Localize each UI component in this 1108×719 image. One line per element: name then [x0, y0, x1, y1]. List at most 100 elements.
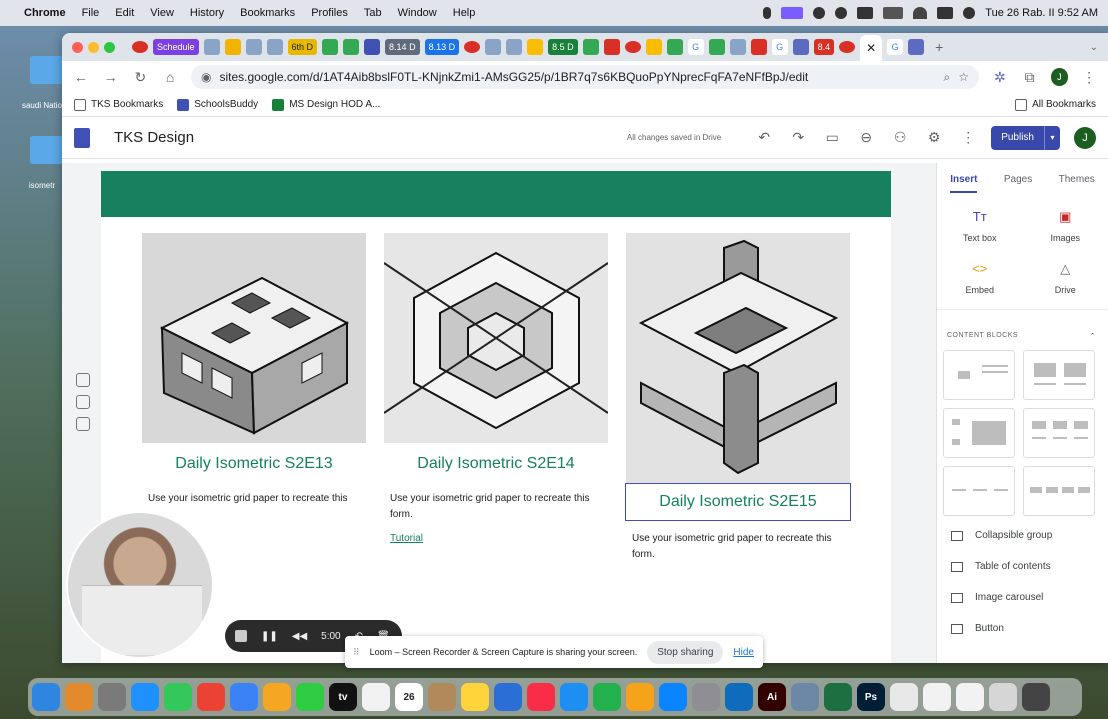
numbers-icon[interactable]	[593, 683, 621, 711]
window-thumb-icon[interactable]	[890, 683, 918, 711]
redo-icon[interactable]: ↷	[787, 129, 809, 146]
tab-google-icon[interactable]: G	[687, 39, 704, 55]
mail-icon[interactable]	[230, 683, 258, 711]
publish-button[interactable]: Publish	[991, 125, 1044, 150]
pause-icon[interactable]: ❚❚	[261, 631, 278, 642]
menu-help[interactable]: Help	[453, 7, 476, 19]
more-menu-icon[interactable]: ⋮	[1080, 69, 1098, 86]
menu-file[interactable]: File	[82, 7, 100, 19]
undo-icon[interactable]: ↶	[753, 129, 775, 146]
notes-icon[interactable]	[461, 683, 489, 711]
excel-icon[interactable]	[824, 683, 852, 711]
input-source-icon[interactable]	[857, 7, 874, 19]
microphone-icon[interactable]	[763, 7, 772, 19]
contacts-icon[interactable]	[428, 683, 456, 711]
menu-bookmarks[interactable]: Bookmarks	[240, 7, 295, 19]
home-icon[interactable]: ⌂	[161, 69, 179, 85]
card-title-selected[interactable]: Daily Isometric S2E15	[625, 483, 851, 521]
stop-recording-icon[interactable]	[235, 630, 247, 642]
menu-profiles[interactable]: Profiles	[311, 7, 348, 19]
section-style-icon[interactable]	[76, 373, 90, 387]
drag-handle-icon[interactable]: ⠿	[353, 647, 360, 658]
content-block-layout[interactable]	[1023, 466, 1095, 516]
minimize-window-icon[interactable]	[88, 41, 99, 53]
card-description[interactable]: Use your isometric grid paper to recreat…	[384, 491, 608, 523]
tab-sites-icon[interactable]	[908, 39, 925, 55]
facetime-icon[interactable]	[296, 683, 324, 711]
close-window-icon[interactable]	[72, 41, 83, 53]
reminders-icon[interactable]	[362, 683, 390, 711]
menu-app-name[interactable]: Chrome	[24, 7, 66, 19]
window-thumb-icon[interactable]	[956, 683, 984, 711]
card-title[interactable]: Daily Isometric S2E14	[384, 455, 608, 473]
address-bar[interactable]: ◉ sites.google.com/d/1AT4Aib8bslF0TL-KNj…	[191, 65, 979, 89]
insert-embed[interactable]: <> Embed	[937, 261, 1023, 295]
tab-group-8-4[interactable]: 8.4	[813, 39, 835, 55]
pages-icon[interactable]	[626, 683, 654, 711]
chrome-icon[interactable]	[197, 683, 225, 711]
tab-drive-icon[interactable]	[527, 39, 544, 55]
tab-insert[interactable]: Insert	[950, 174, 978, 193]
tab-classroom-icon[interactable]	[322, 39, 339, 55]
card-description[interactable]: Use your isometric grid paper to recreat…	[626, 531, 850, 563]
copy-link-icon[interactable]: ⊖	[855, 129, 877, 146]
tab-maps-icon[interactable]	[224, 39, 241, 55]
menu-window[interactable]: Window	[398, 7, 437, 19]
insert-collapsible-group[interactable]: Collapsible group	[951, 530, 1108, 541]
extension-icon[interactable]: ✲	[991, 69, 1009, 86]
preview-icon[interactable]	[791, 683, 819, 711]
active-tab-close-icon[interactable]: ✕	[860, 35, 883, 61]
tab-docs-icon[interactable]	[266, 39, 283, 55]
zoom-icon[interactable]: ⌕	[944, 70, 951, 85]
messages-icon[interactable]	[164, 683, 192, 711]
tab-youtube-icon[interactable]	[750, 39, 767, 55]
tab-forms-icon[interactable]	[364, 39, 381, 55]
tab-sheets-icon[interactable]	[343, 39, 360, 55]
tab-sheets-icon[interactable]	[582, 39, 599, 55]
profile-avatar[interactable]: J	[1050, 68, 1069, 86]
tab-group-6th-d[interactable]: 6th D	[287, 39, 318, 55]
siri-icon[interactable]	[963, 7, 976, 19]
menu-tab[interactable]: Tab	[364, 7, 382, 19]
isometric-drawing-image[interactable]	[626, 233, 850, 483]
calendar-icon[interactable]: 26	[395, 683, 423, 711]
freeform-icon[interactable]	[494, 683, 522, 711]
forward-icon[interactable]: →	[102, 69, 120, 85]
control-center-icon[interactable]	[937, 7, 954, 19]
stop-sharing-button[interactable]: Stop sharing	[647, 640, 724, 664]
bookmark-schoolsbuddy[interactable]: SchoolsBuddy	[177, 98, 258, 111]
insert-image-carousel[interactable]: Image carousel	[951, 592, 1108, 603]
tab-search-icon[interactable]: ⌄	[1090, 42, 1098, 53]
content-block-layout[interactable]	[1023, 350, 1095, 400]
extensions-puzzle-icon[interactable]: ⧉	[1021, 69, 1039, 86]
content-block-layout[interactable]	[943, 350, 1015, 400]
tab-group-8-13-d[interactable]: 8.13 D	[424, 39, 460, 55]
tab-slides-icon[interactable]	[645, 39, 662, 55]
tab-docs-icon[interactable]	[203, 39, 220, 55]
tab-group-8-14-d[interactable]: 8.14 D	[385, 39, 420, 55]
tab-group-schedule[interactable]: Schedule	[153, 39, 199, 55]
photoshop-icon[interactable]: Ps	[857, 683, 885, 711]
address-url[interactable]: sites.google.com/d/1AT4Aib8bslF0TL-KNjnk…	[219, 70, 935, 84]
play-circle-icon[interactable]	[835, 7, 848, 19]
screen-share-icon[interactable]	[781, 7, 804, 19]
card-title[interactable]: Daily Isometric S2E13	[142, 455, 366, 473]
settings-gear-icon[interactable]: ⚙	[923, 129, 945, 146]
tab-docs-icon[interactable]	[485, 39, 502, 55]
tab-sheets-icon[interactable]	[708, 39, 725, 55]
apps-grid-icon[interactable]	[98, 683, 126, 711]
insert-button[interactable]: Button	[951, 623, 1108, 634]
insert-drive[interactable]: △ Drive	[1023, 261, 1108, 295]
safari-icon[interactable]	[131, 683, 159, 711]
hide-button[interactable]: Hide	[733, 647, 754, 658]
card-description[interactable]: Use your isometric grid paper to recreat…	[142, 491, 366, 507]
tab-google-icon[interactable]: G	[887, 39, 904, 55]
publish-dropdown-icon[interactable]: ▾	[1044, 125, 1060, 150]
insert-images[interactable]: ▣ Images	[1023, 209, 1108, 243]
header-banner[interactable]	[101, 171, 891, 217]
content-blocks-header[interactable]: CONTENT BLOCKS ⌃	[937, 309, 1108, 350]
menu-history[interactable]: History	[190, 7, 224, 19]
loom-camera-bubble[interactable]	[66, 511, 214, 659]
duplicate-section-icon[interactable]	[76, 395, 90, 409]
insert-table-of-contents[interactable]: Table of contents	[951, 561, 1108, 572]
